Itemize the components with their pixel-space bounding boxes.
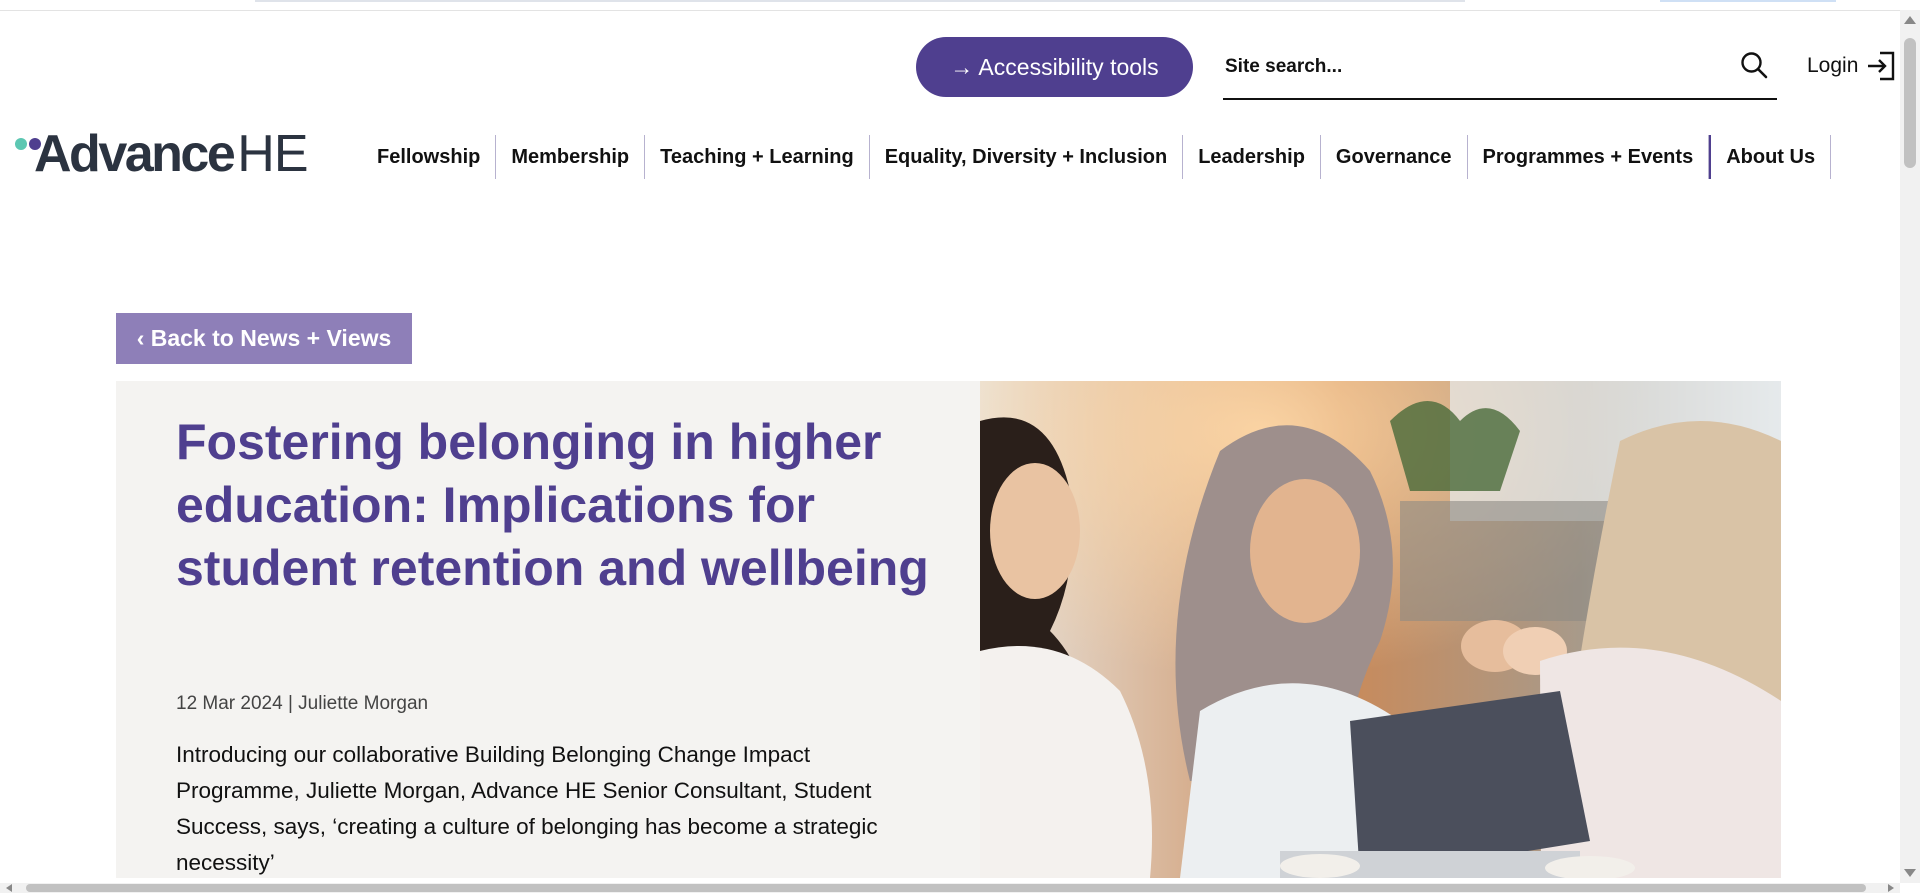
scroll-left-arrow-icon[interactable] — [6, 884, 12, 892]
top-strip-segment — [255, 0, 1465, 2]
hero-photo-illustration — [980, 381, 1781, 878]
nav-item-equality-diversity-inclusion[interactable]: Equality, Diversity + Inclusion — [870, 135, 1184, 179]
scroll-up-arrow-icon[interactable] — [1904, 16, 1916, 24]
site-search — [1223, 44, 1777, 100]
nav-item-leadership[interactable]: Leadership — [1183, 135, 1321, 179]
browser-top-strip — [0, 0, 1900, 11]
search-icon[interactable] — [1739, 50, 1769, 80]
advance-he-logo[interactable]: Advance HE — [14, 125, 309, 183]
scroll-down-arrow-icon[interactable] — [1904, 869, 1916, 877]
logo-dots-icon — [15, 138, 41, 150]
main-navigation: Fellowship Membership Teaching + Learnin… — [362, 135, 1832, 179]
article-hero: Fostering belonging in higher education:… — [116, 381, 980, 878]
article-title: Fostering belonging in higher education:… — [176, 414, 929, 596]
accessibility-tools-button[interactable]: → Accessibility tools — [916, 37, 1193, 97]
vertical-scrollbar[interactable] — [1900, 10, 1920, 883]
nav-item-programmes-events[interactable]: Programmes + Events — [1468, 135, 1710, 179]
horizontal-scrollbar[interactable] — [0, 883, 1900, 893]
login-label: Login — [1807, 54, 1859, 77]
back-to-news-button[interactable]: ‹ Back to News + Views — [116, 313, 412, 364]
nav-item-governance[interactable]: Governance — [1321, 135, 1468, 179]
vertical-scroll-thumb[interactable] — [1904, 38, 1916, 168]
search-input[interactable] — [1223, 44, 1707, 90]
nav-item-teaching-learning[interactable]: Teaching + Learning — [645, 135, 870, 179]
logo-wordmark: Advance — [34, 125, 236, 183]
article-hero-image — [980, 381, 1781, 878]
top-strip-segment — [1660, 0, 1836, 2]
logo-he: HE — [237, 125, 308, 183]
article-meta: 12 Mar 2024 | Juliette Morgan — [176, 693, 429, 714]
article-intro: Introducing our collaborative Building B… — [176, 742, 878, 875]
scroll-right-arrow-icon[interactable] — [1888, 884, 1894, 892]
nav-item-fellowship[interactable]: Fellowship — [362, 135, 497, 179]
nav-item-membership[interactable]: Membership — [496, 135, 646, 179]
horizontal-scroll-thumb[interactable] — [26, 884, 1866, 892]
nav-item-about-us[interactable]: About Us — [1709, 135, 1832, 179]
login-icon — [1868, 51, 1895, 81]
login-link[interactable]: Login — [1807, 48, 1896, 84]
